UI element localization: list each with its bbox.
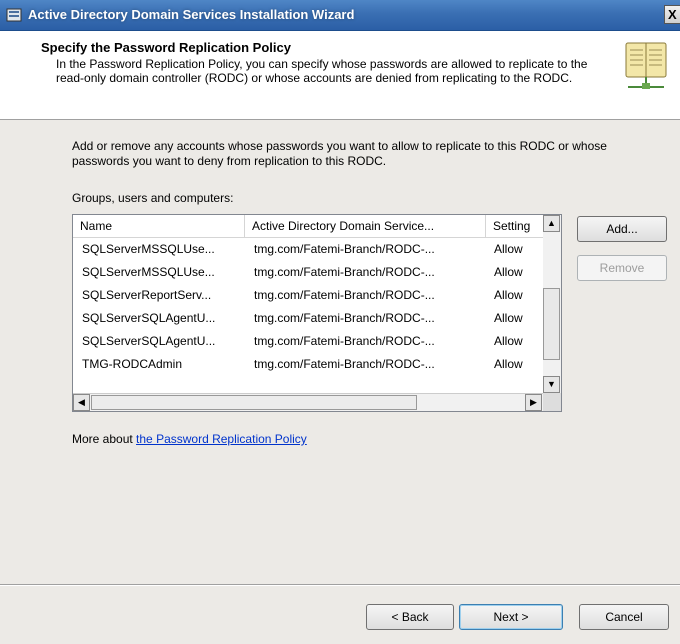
row-ad-service: tmg.com/Fatemi-Branch/RODC-...	[254, 357, 435, 371]
more-info-prefix: More about	[72, 432, 137, 446]
scroll-up-icon[interactable]: ▲	[543, 215, 560, 232]
row-name: SQLServerSQLAgentU...	[82, 334, 216, 348]
row-setting: Allow	[494, 242, 523, 256]
vertical-scrollbar[interactable]: ▲ ▼	[543, 215, 561, 393]
table-row[interactable]: SQLServerReportServ... tmg.com/Fatemi-Br…	[73, 284, 543, 307]
row-ad-service: tmg.com/Fatemi-Branch/RODC-...	[254, 242, 435, 256]
column-header-name[interactable]: Name	[73, 215, 245, 237]
more-info: More about the Password Replication Poli…	[72, 432, 307, 446]
footer-divider	[0, 584, 680, 586]
table-row[interactable]: SQLServerMSSQLUse... tmg.com/Fatemi-Bran…	[73, 238, 543, 261]
row-name: SQLServerSQLAgentU...	[82, 311, 216, 325]
page-description: In the Password Replication Policy, you …	[56, 57, 588, 85]
row-ad-service: tmg.com/Fatemi-Branch/RODC-...	[254, 288, 435, 302]
accounts-listview[interactable]: Name Active Directory Domain Service... …	[72, 214, 562, 412]
row-setting: Allow	[494, 288, 523, 302]
row-setting: Allow	[494, 334, 523, 348]
row-ad-service: tmg.com/Fatemi-Branch/RODC-...	[254, 334, 435, 348]
table-row[interactable]: SQLServerSQLAgentU... tmg.com/Fatemi-Bra…	[73, 330, 543, 353]
policy-help-link[interactable]: the Password Replication Policy	[136, 432, 307, 446]
scroll-right-icon[interactable]: ▶	[525, 394, 542, 411]
close-button[interactable]: X	[664, 5, 680, 24]
list-label: Groups, users and computers:	[72, 191, 234, 205]
server-icon	[6, 8, 22, 22]
table-row[interactable]: TMG-RODCAdmin tmg.com/Fatemi-Branch/RODC…	[73, 353, 543, 376]
row-setting: Allow	[494, 357, 523, 371]
scroll-down-icon[interactable]: ▼	[543, 376, 560, 393]
row-name: SQLServerReportServ...	[82, 288, 212, 302]
wizard-body: Add or remove any accounts whose passwor…	[0, 120, 680, 644]
row-name: SQLServerMSSQLUse...	[82, 265, 215, 279]
row-name: SQLServerMSSQLUse...	[82, 242, 215, 256]
add-button[interactable]: Add...	[577, 216, 667, 242]
row-name: TMG-RODCAdmin	[82, 357, 183, 371]
window-title: Active Directory Domain Services Install…	[28, 7, 355, 22]
row-ad-service: tmg.com/Fatemi-Branch/RODC-...	[254, 265, 435, 279]
vertical-scroll-thumb[interactable]	[543, 288, 560, 360]
cancel-button[interactable]: Cancel	[579, 604, 669, 630]
scroll-left-icon[interactable]: ◀	[73, 394, 90, 411]
remove-button[interactable]: Remove	[577, 255, 667, 281]
title-bar: Active Directory Domain Services Install…	[0, 0, 680, 31]
listview-header: Name Active Directory Domain Service... …	[73, 215, 543, 238]
row-ad-service: tmg.com/Fatemi-Branch/RODC-...	[254, 311, 435, 325]
column-header-setting[interactable]: Setting	[486, 215, 543, 237]
next-button[interactable]: Next >	[459, 604, 563, 630]
table-row[interactable]: SQLServerSQLAgentU... tmg.com/Fatemi-Bra…	[73, 307, 543, 330]
table-row[interactable]: SQLServerMSSQLUse... tmg.com/Fatemi-Bran…	[73, 261, 543, 284]
horizontal-scrollbar[interactable]: ◀ ▶	[73, 393, 543, 411]
page-title: Specify the Password Replication Policy	[41, 40, 291, 55]
back-button[interactable]: < Back	[366, 604, 454, 630]
horizontal-scroll-thumb[interactable]	[91, 395, 417, 410]
wizard-header: Specify the Password Replication Policy …	[0, 31, 680, 120]
column-header-ad-service[interactable]: Active Directory Domain Service...	[245, 215, 486, 237]
row-setting: Allow	[494, 311, 523, 325]
scrollbar-corner	[543, 393, 561, 411]
directory-book-icon	[625, 42, 667, 89]
intro-text: Add or remove any accounts whose passwor…	[72, 139, 607, 168]
row-setting: Allow	[494, 265, 523, 279]
